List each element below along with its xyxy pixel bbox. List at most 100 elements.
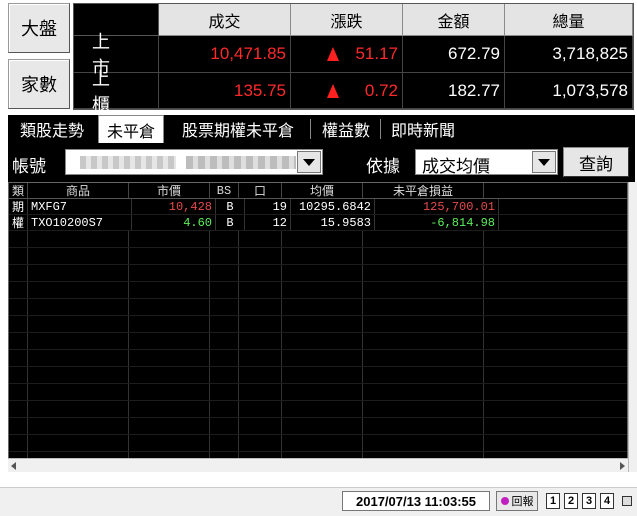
cell-type: 權 (9, 215, 28, 231)
empty-cell (28, 350, 129, 366)
market-overview-label: 大盤 (21, 19, 57, 40)
table-row[interactable]: 權 TXO10200S7 4.60 B 12 15.9583 -6,814.98 (9, 215, 627, 231)
report-status-icon (500, 497, 509, 505)
empty-cell (282, 333, 363, 349)
tab-realtime-news[interactable]: 即時新聞 (384, 115, 462, 143)
empty-cell (363, 231, 484, 247)
query-button[interactable]: 查詢 (563, 147, 629, 177)
empty-cell (282, 248, 363, 264)
empty-cell (129, 401, 210, 417)
cell-product: MXFG7 (28, 199, 132, 214)
otc-market-label: 上櫃 (74, 69, 159, 116)
empty-cell (239, 299, 282, 315)
cell-bs: B (216, 215, 245, 230)
col-type: 類 (9, 183, 28, 199)
scroll-right-icon[interactable] (620, 462, 625, 470)
advance-decline-button[interactable]: 家數 (8, 59, 70, 109)
empty-table-row (9, 350, 627, 367)
empty-cell (28, 333, 129, 349)
advance-decline-label: 家數 (21, 75, 57, 96)
tab-sector-trend[interactable]: 類股走勢 (10, 115, 94, 143)
empty-cell (129, 316, 210, 332)
empty-cell (210, 418, 239, 434)
vertical-scrollbar[interactable] (628, 182, 637, 472)
page-1-button[interactable]: 1 (546, 493, 560, 509)
empty-table-row (9, 316, 627, 333)
empty-cell (129, 248, 210, 264)
empty-cell (129, 231, 210, 247)
col-product: 商品 (28, 183, 129, 199)
empty-cell (363, 248, 484, 264)
empty-cell (363, 384, 484, 400)
empty-table-row (9, 299, 627, 316)
col-bs: BS (210, 183, 239, 199)
tab-bar: 類股走勢 未平倉 股票期權未平倉 權益數 即時新聞 (8, 115, 635, 143)
listed-index-price: 10,471.85 (159, 36, 291, 73)
empty-cell (363, 333, 484, 349)
empty-cell (210, 384, 239, 400)
empty-cell (239, 316, 282, 332)
empty-cell (363, 418, 484, 434)
cell-market-price: 4.60 (132, 215, 216, 230)
page-3-button[interactable]: 3 (582, 493, 596, 509)
empty-cell (9, 384, 28, 400)
window-icon-box (622, 496, 632, 506)
filter-row: 帳號 依據 成交均價 查詢 (8, 143, 635, 182)
empty-cell (210, 231, 239, 247)
empty-cell (239, 401, 282, 417)
cell-avg-price: 15.9583 (291, 215, 375, 230)
empty-cell (9, 401, 28, 417)
listed-volume: 3,718,825 (505, 36, 633, 73)
page-4-button[interactable]: 4 (600, 493, 614, 509)
empty-cell (9, 248, 28, 264)
sort-select[interactable]: 成交均價 (415, 149, 558, 177)
empty-cell (363, 435, 484, 451)
tab-open-positions[interactable]: 未平倉 (98, 115, 164, 143)
empty-table-row (9, 231, 627, 248)
otc-change-value: 0.72 (364, 80, 398, 100)
tab-divider (310, 119, 311, 139)
col-unrealized-pnl: 未平倉損益 (363, 183, 484, 199)
table-row[interactable]: 期 MXFG7 10,428 B 19 10295.6842 125,700.0… (9, 199, 627, 215)
otc-index-price: 135.75 (159, 73, 291, 109)
empty-cell (9, 350, 28, 366)
empty-cell (28, 231, 129, 247)
empty-cell (9, 299, 28, 315)
header-change: 漲跌 (291, 4, 403, 36)
cell-avg-price: 10295.6842 (291, 199, 375, 214)
sort-select-value: 成交均價 (422, 157, 490, 177)
empty-cell (28, 282, 129, 298)
empty-cell (239, 435, 282, 451)
horizontal-scrollbar[interactable] (8, 458, 628, 472)
empty-cell (210, 299, 239, 315)
tab-stock-options-positions[interactable]: 股票期權未平倉 (172, 115, 304, 143)
empty-cell (129, 282, 210, 298)
report-button[interactable]: 回報 (496, 491, 538, 511)
tab-equity[interactable]: 權益數 (314, 115, 378, 143)
otc-index-change: 0.72 (291, 73, 403, 109)
account-dropdown-icon[interactable] (297, 151, 321, 173)
empty-cell (282, 231, 363, 247)
empty-cell (239, 367, 282, 383)
empty-cell (28, 299, 129, 315)
cell-lots: 12 (245, 215, 291, 230)
col-lots: 口 (239, 183, 282, 199)
col-market-price: 市價 (129, 183, 210, 199)
market-overview-button[interactable]: 大盤 (8, 3, 70, 53)
empty-cell (282, 265, 363, 281)
empty-cell (28, 367, 129, 383)
empty-cell (239, 248, 282, 264)
empty-cell (210, 282, 239, 298)
window-icon[interactable] (619, 492, 633, 510)
empty-table-row (9, 265, 627, 282)
otc-amount: 182.77 (403, 73, 505, 109)
empty-cell (28, 316, 129, 332)
sort-dropdown-icon[interactable] (532, 151, 556, 173)
market-summary-grid: 成交 漲跌 金額 總量 上市 10,471.85 51.17 672.79 3,… (73, 3, 634, 116)
empty-cell (210, 401, 239, 417)
scroll-left-icon[interactable] (11, 462, 16, 470)
account-select[interactable] (65, 149, 323, 175)
page-2-button[interactable]: 2 (564, 493, 578, 509)
empty-cell (210, 265, 239, 281)
empty-cell (9, 435, 28, 451)
